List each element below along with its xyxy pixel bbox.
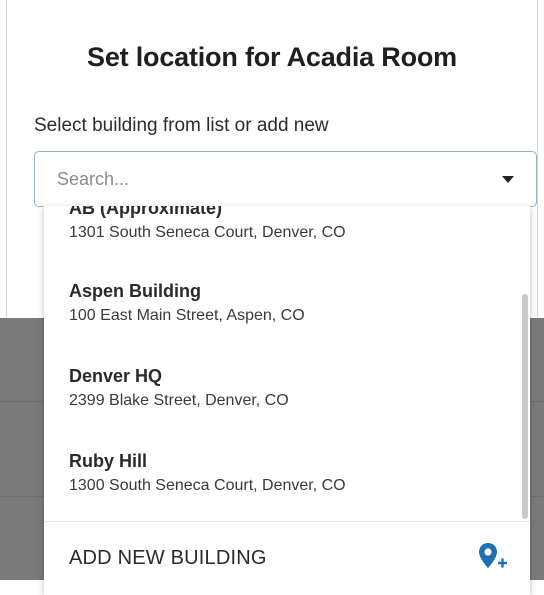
add-new-building-label: ADD NEW BUILDING: [69, 547, 267, 569]
building-option-address: 1300 South Seneca Court, Denver, CO: [69, 477, 346, 494]
building-option-name: AB (Approximate): [69, 206, 223, 218]
building-search-input[interactable]: [57, 166, 477, 192]
building-option-name: Denver HQ: [69, 366, 163, 386]
building-option[interactable]: AB (Approximate) 1301 South Seneca Court…: [44, 206, 522, 283]
add-new-building-button[interactable]: ADD NEW BUILDING: [44, 521, 530, 595]
building-select-label: Select building from list or add new: [34, 115, 329, 136]
dropdown-scrollbar[interactable]: [522, 294, 528, 519]
building-option-address: 2399 Blake Street, Denver, CO: [69, 392, 289, 409]
building-option-address: 1301 South Seneca Court, Denver, CO: [69, 224, 346, 241]
building-option-list[interactable]: AB (Approximate) 1301 South Seneca Court…: [44, 206, 522, 521]
dialog-title: Set location for Acadia Room: [87, 42, 457, 72]
building-select[interactable]: [34, 151, 537, 207]
building-option[interactable]: Ruby Hill 1300 South Seneca Court, Denve…: [44, 451, 522, 521]
building-option-name: Ruby Hill: [69, 451, 148, 471]
caret-down-icon[interactable]: [502, 176, 514, 183]
building-dropdown: AB (Approximate) 1301 South Seneca Court…: [44, 206, 530, 595]
building-option-name: Aspen Building: [69, 281, 201, 301]
add-location-pin-icon[interactable]: [476, 540, 510, 574]
building-option-address: 100 East Main Street, Aspen, CO: [69, 307, 305, 324]
building-option[interactable]: Aspen Building 100 East Main Street, Asp…: [44, 281, 522, 366]
building-option[interactable]: Denver HQ 2399 Blake Street, Denver, CO: [44, 366, 522, 451]
